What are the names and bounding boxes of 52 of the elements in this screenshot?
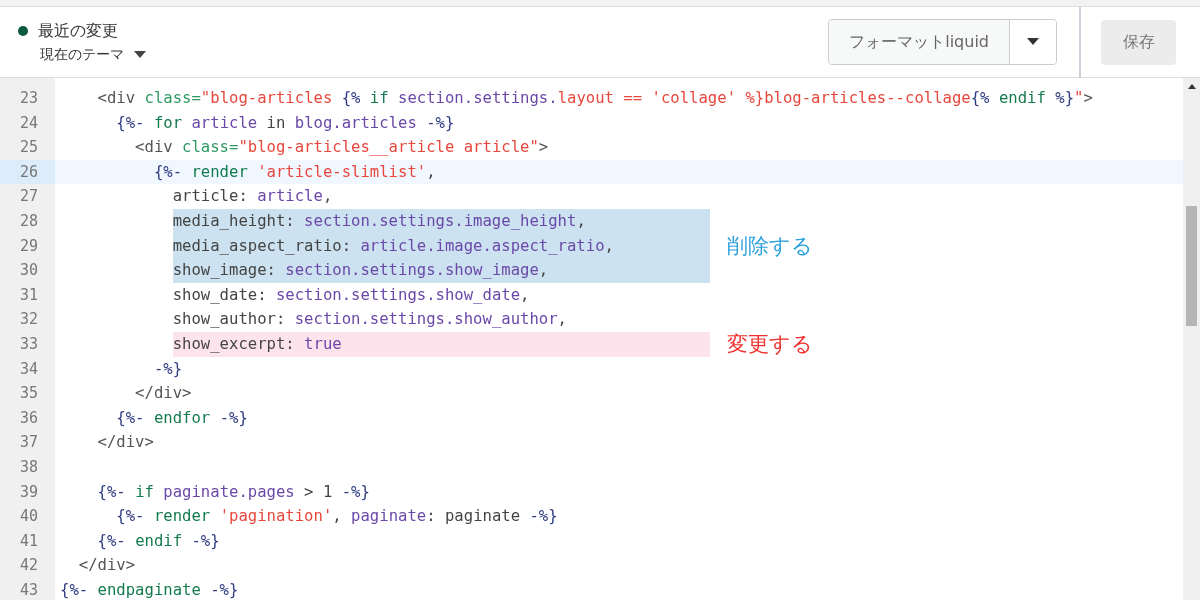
code-text: {%- if paginate.pages > 1 -%}	[97, 481, 370, 503]
line-number: 24	[19, 112, 40, 134]
page-title: 最近の変更	[38, 20, 118, 42]
code-text: -%}	[153, 358, 183, 380]
scrollbar-thumb[interactable]	[1186, 206, 1197, 326]
code-text: show_author: section.settings.show_author,	[172, 309, 567, 331]
highlighted-code: show_image: section.settings.show_image,	[172, 258, 710, 283]
code-text: </div>	[135, 383, 192, 405]
line-number: 36	[19, 407, 40, 429]
line-number: 23	[19, 88, 40, 109]
code-text: <div class="blog-articles {% if section.settings.layout == 'collage' %}blog-articles--collage{% endif %}">	[97, 88, 1093, 109]
highlighted-code: show_excerpt: true	[172, 331, 710, 357]
line-number: 40	[19, 506, 40, 528]
highlighted-code: media_height: section.settings.image_height,	[172, 208, 710, 234]
line-number: 41	[19, 530, 40, 552]
line-number: 25	[19, 137, 40, 159]
line-number: 38	[19, 456, 40, 478]
scroll-up-icon[interactable]	[1187, 84, 1196, 89]
caret-icon	[1027, 38, 1039, 46]
line-number: 43	[19, 579, 40, 600]
code-text: {%- for article in blog.articles -%}	[116, 112, 455, 134]
line-number: 39	[19, 481, 40, 503]
code-text: <div class="blog-articles__article article">	[135, 137, 549, 159]
code-text: {%- endif -%}	[97, 530, 220, 552]
code-text: </div>	[97, 432, 154, 454]
line-number: 30	[19, 260, 40, 282]
annotation-label: 変更する	[726, 332, 813, 357]
scrollbar[interactable]	[1183, 78, 1200, 600]
code-text: {%- render 'article-slimlist',	[153, 161, 436, 183]
status-dot	[18, 26, 28, 36]
highlighted-code: media_aspect_ratio: article.image.aspect_ratio,	[172, 233, 710, 259]
line-number: 32	[19, 309, 40, 331]
caret-icon	[134, 50, 146, 59]
theme-dropdown[interactable]: 現在のテーマ	[18, 45, 146, 64]
code-text: {%- endpaginate -%}	[60, 579, 239, 600]
line-number: 27	[19, 186, 40, 208]
line-number: 37	[19, 432, 40, 454]
line-number: 31	[19, 284, 40, 306]
code-text: {%- endfor -%}	[116, 407, 248, 429]
format-button[interactable]: フォーマットliquid	[829, 20, 1010, 64]
line-number: 29	[19, 235, 40, 257]
code-text: {%- render 'pagination', paginate: paginate -%}	[116, 506, 558, 528]
line-number: 26	[0, 159, 55, 185]
line-number: 33	[19, 333, 40, 355]
annotation-label: 削除する	[726, 233, 813, 258]
code-text: show_date: section.settings.show_date,	[172, 284, 530, 306]
line-number: 42	[19, 555, 40, 577]
line-number: 35	[19, 383, 40, 405]
line-number: 34	[19, 358, 40, 380]
line-number: 28	[19, 210, 40, 232]
code-text: </div>	[78, 555, 136, 577]
code-text: article: article,	[172, 186, 333, 208]
